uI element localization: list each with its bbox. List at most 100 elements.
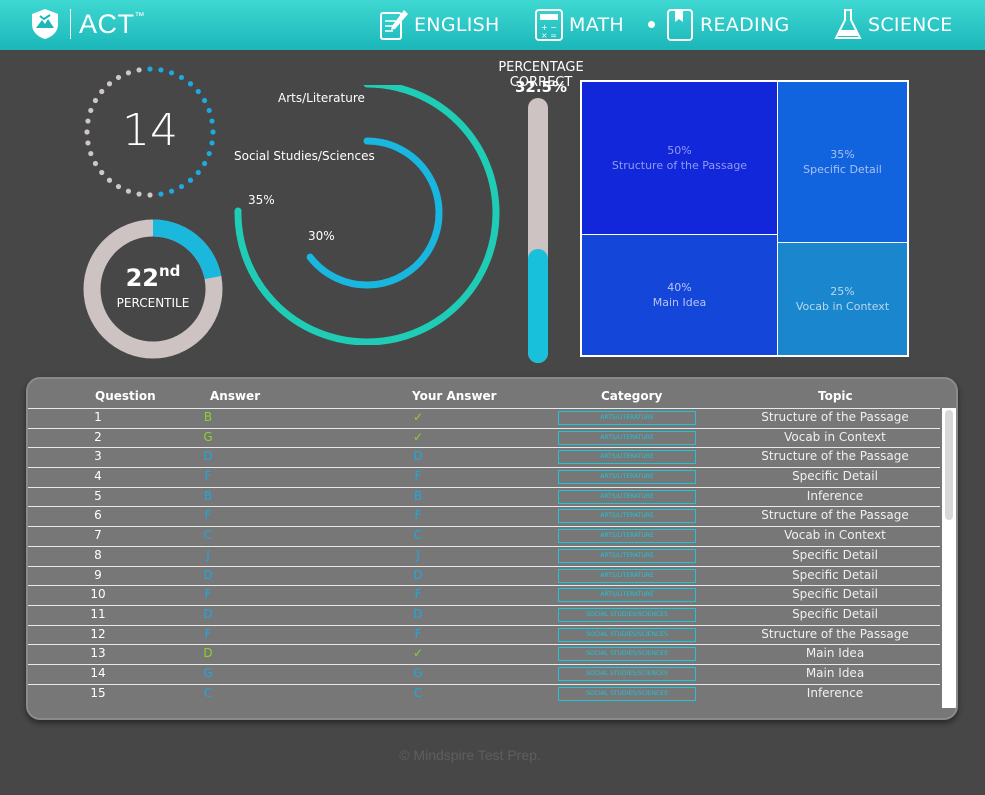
correct-answer: J xyxy=(206,547,210,562)
correct-answer: F xyxy=(204,508,212,523)
treemap-percent: 35% xyxy=(830,148,855,161)
treemap-cell-structure[interactable]: 50% Structure of the Passage xyxy=(581,81,778,235)
header-answer: Answer xyxy=(210,389,261,403)
topic: Inference xyxy=(806,685,864,700)
treemap-percent: 40% xyxy=(667,281,692,294)
score-ring-dot xyxy=(147,192,153,198)
topic: Specific Detail xyxy=(792,587,878,602)
score-ring-dot xyxy=(201,160,208,167)
score-ring-dot xyxy=(92,97,99,104)
percentage-correct-fill xyxy=(528,249,548,363)
your-answer: F xyxy=(414,469,422,484)
topic: Inference xyxy=(806,488,864,503)
correct-answer: C xyxy=(203,528,213,543)
your-answer: ✓ xyxy=(412,646,424,661)
shield-logo-icon xyxy=(32,9,58,39)
category-badge: ARTS/LITERATURE xyxy=(558,588,696,603)
score-ring-dot xyxy=(125,188,132,194)
score-ring-dot xyxy=(106,177,113,183)
your-answer: F xyxy=(414,587,422,602)
category-badge: SOCIAL STUDIES/SCIENCES xyxy=(558,607,696,622)
category-badge: ARTS/LITERATURE xyxy=(558,529,696,544)
table-row[interactable]: 9 D D ARTS/LITERATURE Specific Detail xyxy=(28,565,940,586)
treemap-cell-specific-detail[interactable]: 35% Specific Detail xyxy=(777,81,908,243)
table-row[interactable]: 7 C C ARTS/LITERATURE Vocab in Context xyxy=(28,526,940,546)
nav-label: MATH xyxy=(569,14,625,36)
score-ring-dot xyxy=(168,70,175,76)
score-ring-dot xyxy=(187,177,194,183)
nav-reading[interactable]: READING xyxy=(648,8,789,42)
topic: Structure of the Passage xyxy=(761,410,909,424)
table-row[interactable]: 10 F F ARTS/LITERATURE Specific Detail xyxy=(28,585,940,605)
category-badge: ARTS/LITERATURE xyxy=(558,470,696,485)
table-body[interactable]: 1 B ✓ ARTS/LITERATURE Structure of the Passa… xyxy=(28,408,940,708)
table-row[interactable]: 5 B B ARTS/LITERATURE Inference xyxy=(28,486,940,507)
score-ring-dot xyxy=(195,169,201,176)
question-number: 3 xyxy=(94,449,102,464)
table-row[interactable]: 1 B ✓ ARTS/LITERATURE Structure of the Passa… xyxy=(28,408,940,428)
your-answer: C xyxy=(413,528,423,543)
treemap-label: Main Idea xyxy=(652,296,707,309)
scrollbar-thumb[interactable] xyxy=(945,410,953,520)
category-badge: SOCIAL STUDIES/SCIENCES xyxy=(558,686,696,701)
score-ring-dot xyxy=(115,74,122,81)
table-row[interactable]: 12 F F SOCIAL STUDIES/SCIENCES Structure of … xyxy=(28,624,940,645)
table-row[interactable]: 13 D ✓ SOCIAL STUDIES/SCIENCES Main Idea xyxy=(28,644,940,664)
your-answer: C xyxy=(413,685,423,700)
results-table: Question Answer Your Answer Category Top… xyxy=(26,377,958,720)
logo-divider xyxy=(70,9,71,39)
category-badge: SOCIAL STUDIES/SCIENCES xyxy=(558,647,696,662)
arc-percent-social: 30% xyxy=(308,229,335,243)
correct-answer: B xyxy=(203,488,213,503)
your-answer: F xyxy=(414,508,422,523)
table-row[interactable]: 4 F F ARTS/LITERATURE Specific Detail xyxy=(28,467,940,487)
nav-english[interactable]: ENGLISH xyxy=(378,8,500,42)
score-ring-dot xyxy=(201,97,208,104)
treemap-label: Structure of the Passage xyxy=(611,159,748,172)
correct-answer: C xyxy=(203,685,213,700)
correct-answer: D xyxy=(203,567,213,582)
nav-science[interactable]: SCIENCE xyxy=(832,8,953,42)
top-nav-bar: ACT™ ENGLISH + − × = MATH READING SCIENC… xyxy=(0,0,985,50)
nav-math[interactable]: + − × = MATH xyxy=(533,8,624,42)
treemap-label: Specific Detail xyxy=(803,163,882,176)
table-row[interactable]: 6 F F ARTS/LITERATURE Structure of the Passa… xyxy=(28,506,940,526)
score-ring-dot xyxy=(136,191,142,197)
your-answer: D xyxy=(413,449,423,464)
question-number: 13 xyxy=(90,646,106,661)
logo-text: ACT™ xyxy=(79,8,145,39)
percentile-label: PERCENTILE xyxy=(116,296,190,310)
question-number: 12 xyxy=(90,626,106,641)
your-answer: D xyxy=(413,606,423,621)
score-ring-dot xyxy=(195,88,201,95)
score-ring-dot xyxy=(158,191,164,197)
topic: Vocab in Context xyxy=(784,528,886,543)
correct-answer: G xyxy=(203,665,213,680)
correct-answer: F xyxy=(204,587,212,602)
correct-answer: D xyxy=(203,606,213,621)
table-row[interactable]: 2 G ✓ ARTS/LITERATURE Vocab in Context xyxy=(28,427,940,448)
footer-copyright: © Mindspire Test Prep. xyxy=(399,747,541,763)
table-header: Question Answer Your Answer Category Top… xyxy=(28,379,956,407)
table-scrollbar[interactable] xyxy=(942,408,956,708)
table-row[interactable]: 11 D D SOCIAL STUDIES/SCIENCES Specific Deta… xyxy=(28,604,940,625)
topic: Specific Detail xyxy=(792,606,878,621)
table-row[interactable]: 14 G G SOCIAL STUDIES/SCIENCES Main Idea xyxy=(28,663,940,684)
percentage-correct-bar xyxy=(528,98,548,363)
arc-arts-literature xyxy=(234,85,500,345)
treemap-cell-main-idea[interactable]: 40% Main Idea xyxy=(581,234,778,356)
treemap-cell-vocab[interactable]: 25% Vocab in Context xyxy=(777,242,908,356)
category-badge: ARTS/LITERATURE xyxy=(558,568,696,583)
table-row[interactable]: 8 J J ARTS/LITERATURE Specific Detail xyxy=(28,545,940,566)
act-logo[interactable]: ACT™ xyxy=(30,8,145,40)
score-ring-dot xyxy=(178,183,185,190)
arc-label-social: Social Studies/Sciences xyxy=(234,149,375,163)
nav-label: SCIENCE xyxy=(868,14,953,36)
table-row[interactable]: 3 D D ARTS/LITERATURE Structure of the Passa… xyxy=(28,447,940,467)
score-ring-dot xyxy=(115,183,122,190)
question-number: 11 xyxy=(90,606,106,621)
table-row[interactable]: 15 C C SOCIAL STUDIES/SCIENCES Inference xyxy=(28,683,940,704)
percentile-text: 22nd PERCENTILE xyxy=(82,262,224,310)
calculator-icon: + − × = xyxy=(535,9,563,41)
treemap-percent: 25% xyxy=(830,285,855,298)
